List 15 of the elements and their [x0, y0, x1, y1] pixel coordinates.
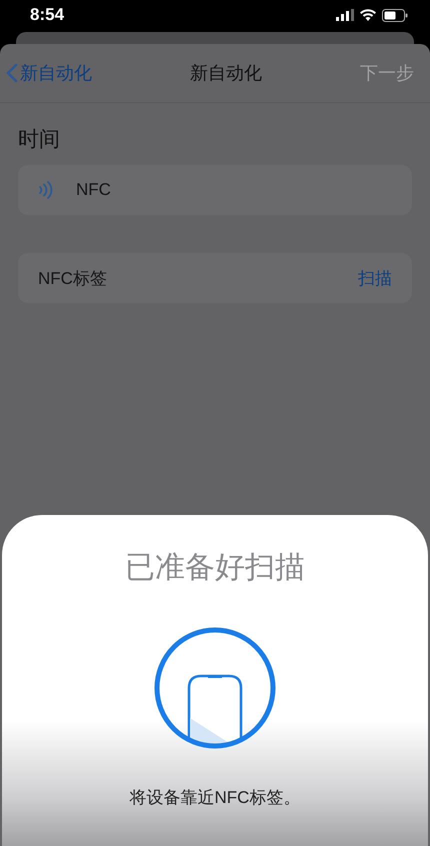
nfc-icon	[38, 180, 54, 200]
section-title: 时间	[17, 127, 61, 153]
trigger-label: NFC	[76, 180, 111, 200]
status-time: 8:54	[30, 5, 64, 25]
wifi-icon	[360, 9, 376, 21]
phone-scan-icon	[153, 626, 277, 750]
battery-icon	[382, 8, 408, 22]
nav-title: 新自动化	[190, 62, 262, 85]
tag-label: NFC标签	[38, 268, 107, 290]
scan-button[interactable]: 扫描	[358, 266, 392, 290]
scan-message: 将设备靠近NFC标签。	[130, 787, 300, 809]
scan-title: 已准备好扫描	[125, 550, 305, 586]
back-button[interactable]: 新自动化	[6, 61, 92, 85]
chevron-left-icon	[6, 63, 18, 83]
signal-icon	[336, 9, 354, 21]
